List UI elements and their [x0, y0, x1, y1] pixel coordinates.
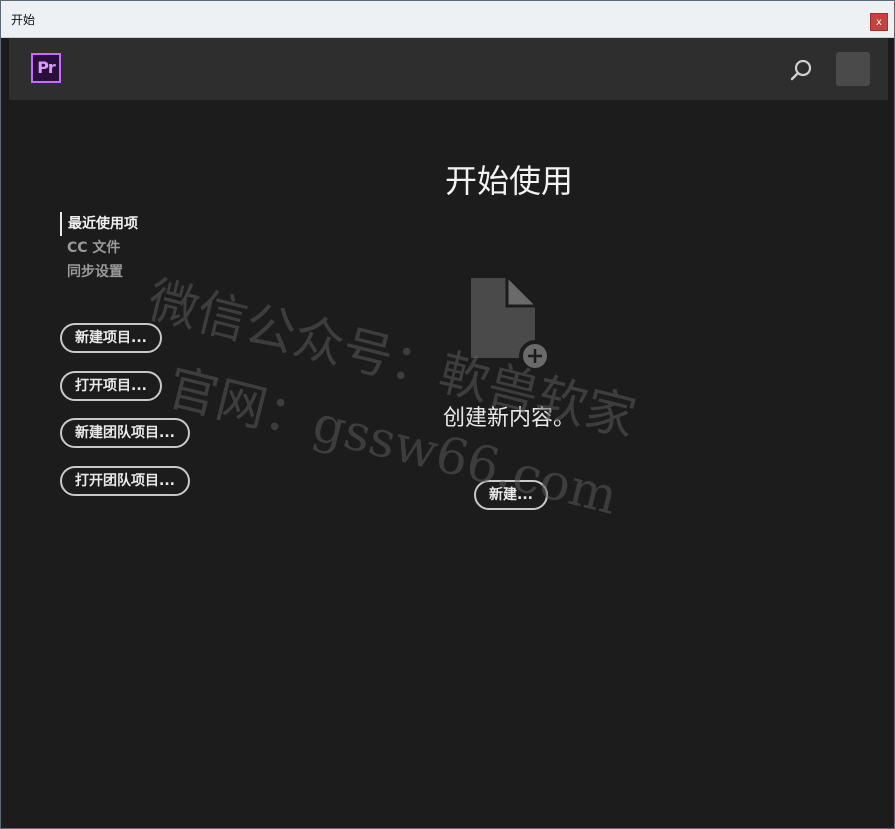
- new-project-button[interactable]: 新建项目...: [60, 323, 162, 353]
- app-header: Pr: [9, 38, 888, 100]
- open-team-project-button[interactable]: 打开团队项目...: [60, 466, 190, 496]
- main-area: 最近使用项 CC 文件 同步设置 新建项目... 打开项目... 新建团队项目.…: [9, 100, 888, 822]
- watermark-line2: 官网：gssw66.com: [161, 357, 624, 526]
- sidebar-nav: 最近使用项 CC 文件 同步设置: [60, 212, 138, 284]
- watermark: 微信公众号：軟兽软家 官网：gssw66.com: [101, 260, 780, 648]
- window-title: 开始: [11, 13, 36, 27]
- new-team-project-button[interactable]: 新建团队项目...: [60, 418, 190, 448]
- nav-item-recent[interactable]: 最近使用项: [60, 212, 138, 236]
- new-button[interactable]: 新建...: [474, 480, 548, 510]
- nav-item-cc-files[interactable]: CC 文件: [60, 236, 138, 260]
- title-bar[interactable]: 开始 x: [1, 1, 894, 38]
- create-new-text: 创建新内容。: [442, 406, 575, 431]
- page-title: 开始使用: [444, 162, 573, 200]
- nav-item-sync-settings[interactable]: 同步设置: [60, 260, 138, 284]
- open-project-button[interactable]: 打开项目...: [60, 371, 162, 401]
- search-icon[interactable]: [789, 58, 813, 82]
- close-button[interactable]: x: [870, 13, 888, 31]
- premiere-logo: Pr: [31, 53, 61, 83]
- start-window: 开始 x Pr 最近使用项 CC 文件 同步设置 新建项目... 打开项目...…: [0, 0, 895, 829]
- new-document-icon: [471, 278, 551, 372]
- avatar[interactable]: [836, 52, 870, 86]
